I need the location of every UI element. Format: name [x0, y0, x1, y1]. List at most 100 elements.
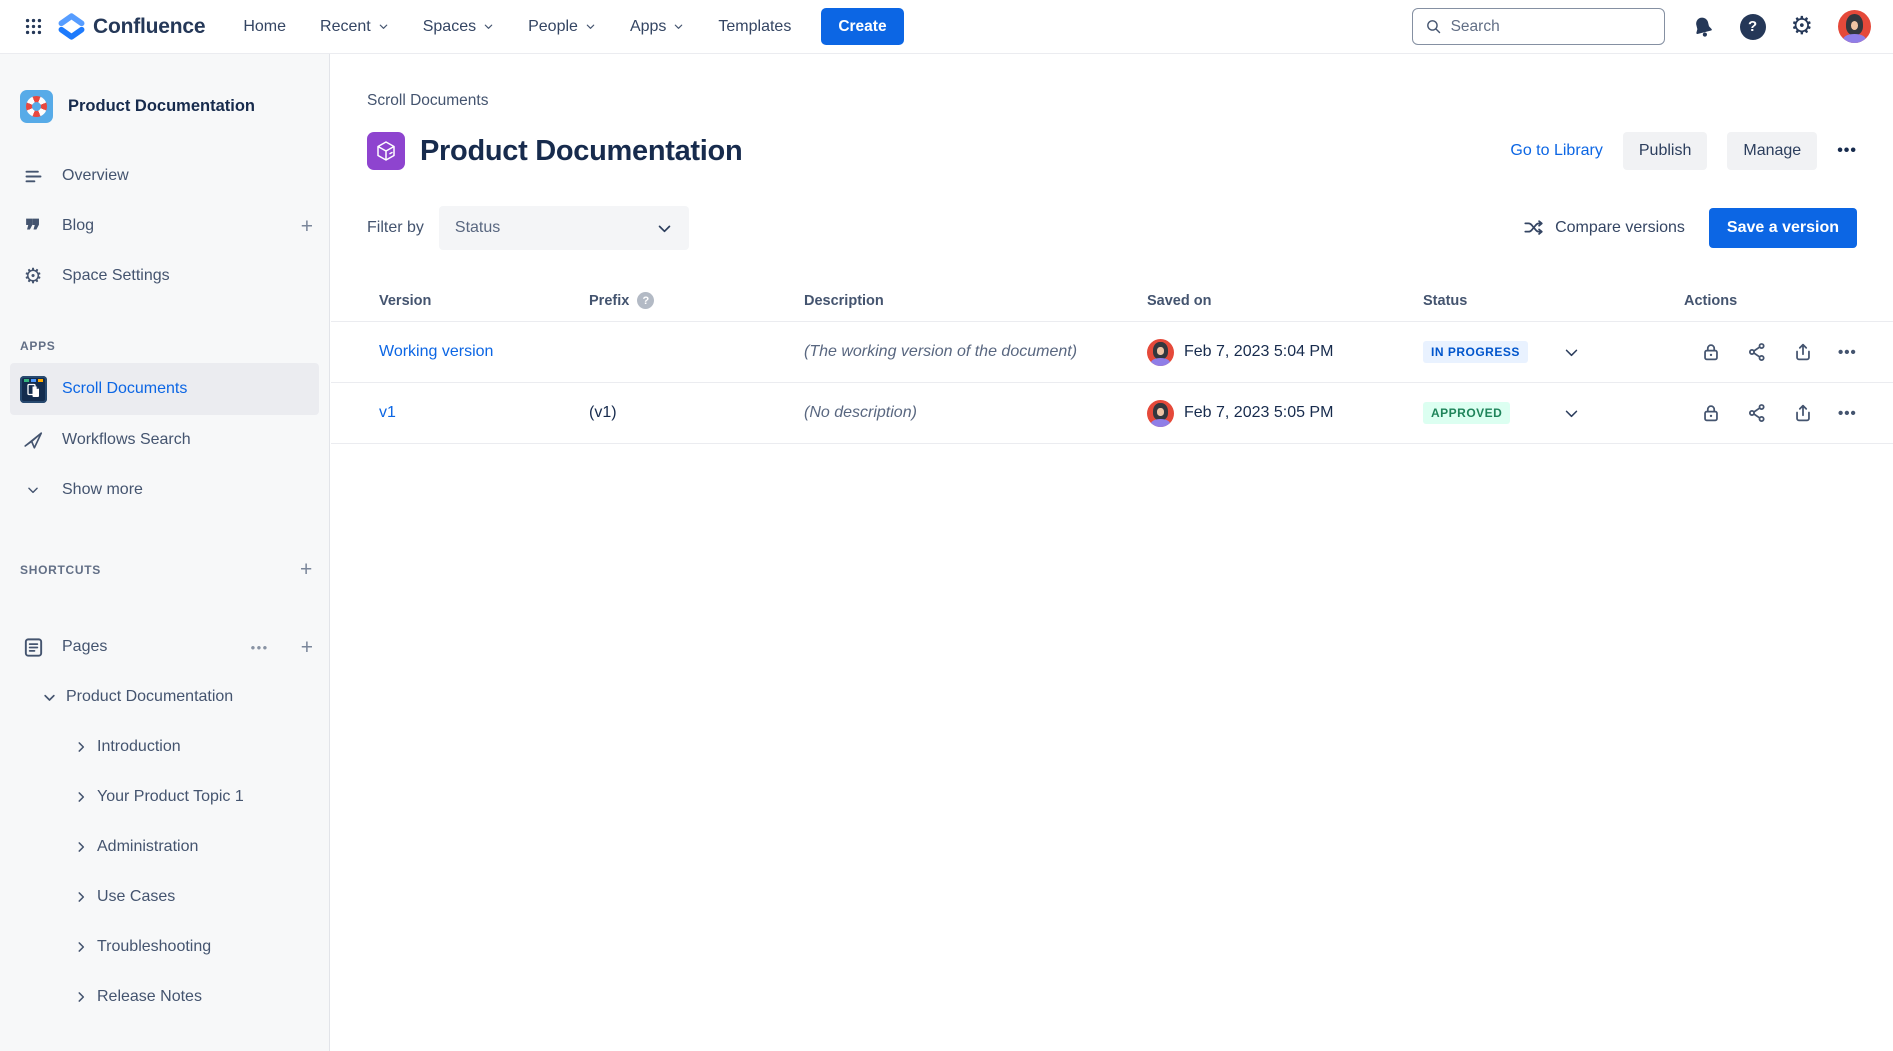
sidebar-item-workflows-search[interactable]: Workflows Search [0, 415, 329, 465]
shortcuts-section-heading: SHORTCUTS + [0, 559, 329, 580]
create-button[interactable]: Create [821, 8, 903, 45]
chevron-right-icon[interactable] [74, 740, 88, 754]
confluence-logo[interactable]: Confluence [58, 13, 205, 40]
chevron-right-icon[interactable] [74, 990, 88, 1004]
status-badge: APPROVED [1423, 402, 1510, 424]
chevron-down-icon [378, 21, 389, 32]
save-a-version-button[interactable]: Save a version [1709, 208, 1857, 248]
col-header-saved-on: Saved on [1147, 293, 1423, 309]
add-page-icon[interactable]: + [301, 637, 313, 658]
nav-spaces[interactable]: Spaces [423, 18, 494, 36]
status-expand-chevron-icon[interactable] [1563, 344, 1580, 361]
add-shortcut-icon[interactable]: + [300, 559, 313, 580]
page-tree-root-product-documentation[interactable]: Product Documentation [0, 672, 329, 722]
table-header-row: Version Prefix ? Description Saved on St… [331, 280, 1893, 322]
add-blog-post-icon[interactable]: + [301, 216, 313, 237]
col-header-prefix: Prefix ? [589, 292, 804, 309]
nav-people[interactable]: People [528, 18, 596, 36]
sidebar-item-scroll-documents[interactable]: Scroll Documents [10, 363, 319, 415]
filter-by-label: Filter by [367, 219, 424, 237]
description-value: (The working version of the document) [804, 343, 1147, 361]
publish-button[interactable]: Publish [1623, 132, 1707, 170]
col-header-description: Description [804, 293, 1147, 309]
chevron-down-icon [673, 21, 684, 32]
confluence-wordmark: Confluence [93, 15, 205, 39]
page-tree-item-release-notes[interactable]: Release Notes [0, 972, 329, 1022]
page-tree-item-administration[interactable]: Administration [0, 822, 329, 872]
version-link[interactable]: v1 [379, 404, 396, 421]
status-badge: IN PROGRESS [1423, 341, 1528, 363]
compare-shuffle-icon [1523, 217, 1545, 239]
chevron-right-icon[interactable] [74, 840, 88, 854]
page-title: Product Documentation [420, 135, 742, 168]
saved-by-avatar [1147, 339, 1174, 366]
main-content: Scroll Documents Product Documentation G… [331, 54, 1893, 1051]
search-input[interactable] [1451, 18, 1652, 36]
chevron-right-icon[interactable] [74, 940, 88, 954]
go-to-library-link[interactable]: Go to Library [1510, 142, 1602, 160]
overview-lines-icon [20, 166, 46, 187]
document-cube-icon [367, 132, 405, 170]
row-more-icon[interactable]: ••• [1838, 344, 1857, 361]
version-link[interactable]: Working version [379, 343, 493, 360]
status-filter-select[interactable]: Status [439, 206, 689, 250]
space-header[interactable]: Product Documentation [20, 90, 311, 123]
nav-recent[interactable]: Recent [320, 18, 389, 36]
help-icon[interactable]: ? [1740, 14, 1766, 40]
sidebar-item-blog[interactable]: ❞ Blog + [0, 201, 329, 251]
notifications-bell-icon[interactable] [1688, 12, 1717, 41]
table-row: Working version (The working version of … [331, 322, 1893, 383]
share-icon[interactable] [1746, 341, 1768, 363]
sidebar-item-space-settings[interactable]: ⚙ Space Settings [0, 251, 329, 301]
export-icon[interactable] [1792, 341, 1814, 363]
saved-on-value: Feb 7, 2023 5:05 PM [1184, 404, 1333, 422]
chevron-down-icon [483, 21, 494, 32]
settings-gear-icon[interactable]: ⚙ [1791, 14, 1813, 39]
sidebar-item-show-more[interactable]: Show more [0, 465, 329, 515]
user-avatar[interactable] [1838, 10, 1871, 43]
chevron-down-icon [20, 483, 46, 497]
table-row: v1 (v1) (No description) Feb 7, 2023 5:0… [331, 383, 1893, 444]
search-box[interactable] [1412, 8, 1665, 45]
share-icon[interactable] [1746, 402, 1768, 424]
breadcrumb[interactable]: Scroll Documents [367, 92, 1857, 110]
lock-icon[interactable] [1700, 402, 1722, 424]
chevron-down-icon[interactable] [42, 690, 57, 705]
chevron-down-icon [585, 21, 596, 32]
space-settings-gear-icon: ⚙ [20, 266, 46, 287]
pages-document-icon [20, 636, 46, 659]
versions-table: Version Prefix ? Description Saved on St… [331, 280, 1893, 444]
nav-home[interactable]: Home [243, 18, 286, 36]
pages-more-icon[interactable]: ••• [251, 640, 269, 655]
sidebar-item-overview[interactable]: Overview [0, 151, 329, 201]
nav-apps[interactable]: Apps [630, 18, 684, 36]
search-icon [1425, 18, 1442, 35]
manage-button[interactable]: Manage [1727, 132, 1817, 170]
scroll-documents-app-icon [20, 376, 46, 403]
prefix-help-icon[interactable]: ? [637, 292, 654, 309]
row-more-icon[interactable]: ••• [1838, 405, 1857, 422]
space-name: Product Documentation [68, 97, 255, 116]
apps-section-heading: APPS [0, 339, 329, 353]
description-value: (No description) [804, 404, 1147, 422]
blog-quote-icon: ❞ [20, 226, 46, 238]
chevron-right-icon[interactable] [74, 790, 88, 804]
export-icon[interactable] [1792, 402, 1814, 424]
saved-on-value: Feb 7, 2023 5:04 PM [1184, 343, 1333, 361]
header-more-icon[interactable]: ••• [1837, 142, 1857, 160]
nav-templates[interactable]: Templates [718, 18, 791, 36]
page-tree-item-use-cases[interactable]: Use Cases [0, 872, 329, 922]
compare-versions-button[interactable]: Compare versions [1523, 217, 1685, 239]
top-navigation-bar: Confluence Home Recent Spaces People App… [0, 0, 1893, 54]
page-tree-item-introduction[interactable]: Introduction [0, 722, 329, 772]
space-lifebuoy-icon [20, 90, 53, 123]
chevron-right-icon[interactable] [74, 890, 88, 904]
page-tree-item-your-product-topic-1[interactable]: Your Product Topic 1 [0, 772, 329, 822]
status-expand-chevron-icon[interactable] [1563, 405, 1580, 422]
lock-icon[interactable] [1700, 341, 1722, 363]
page-tree-item-troubleshooting[interactable]: Troubleshooting [0, 922, 329, 972]
col-header-version: Version [379, 293, 589, 309]
app-switcher-icon[interactable] [16, 10, 50, 44]
saved-by-avatar [1147, 400, 1174, 427]
sidebar-item-pages[interactable]: Pages ••• + [0, 622, 329, 672]
